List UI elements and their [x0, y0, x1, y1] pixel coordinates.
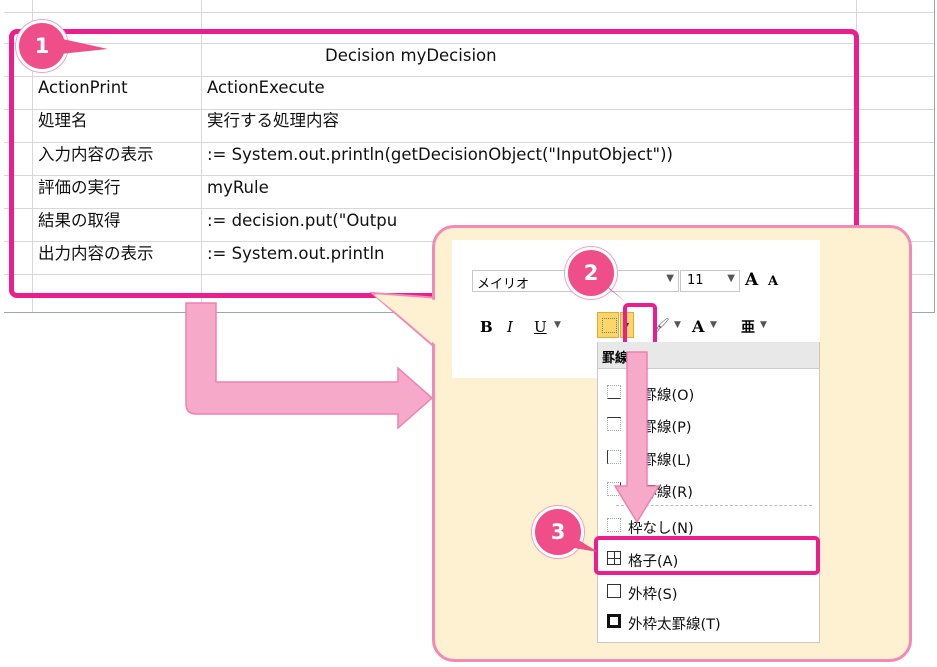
badge-pointer-3 — [572, 536, 598, 552]
